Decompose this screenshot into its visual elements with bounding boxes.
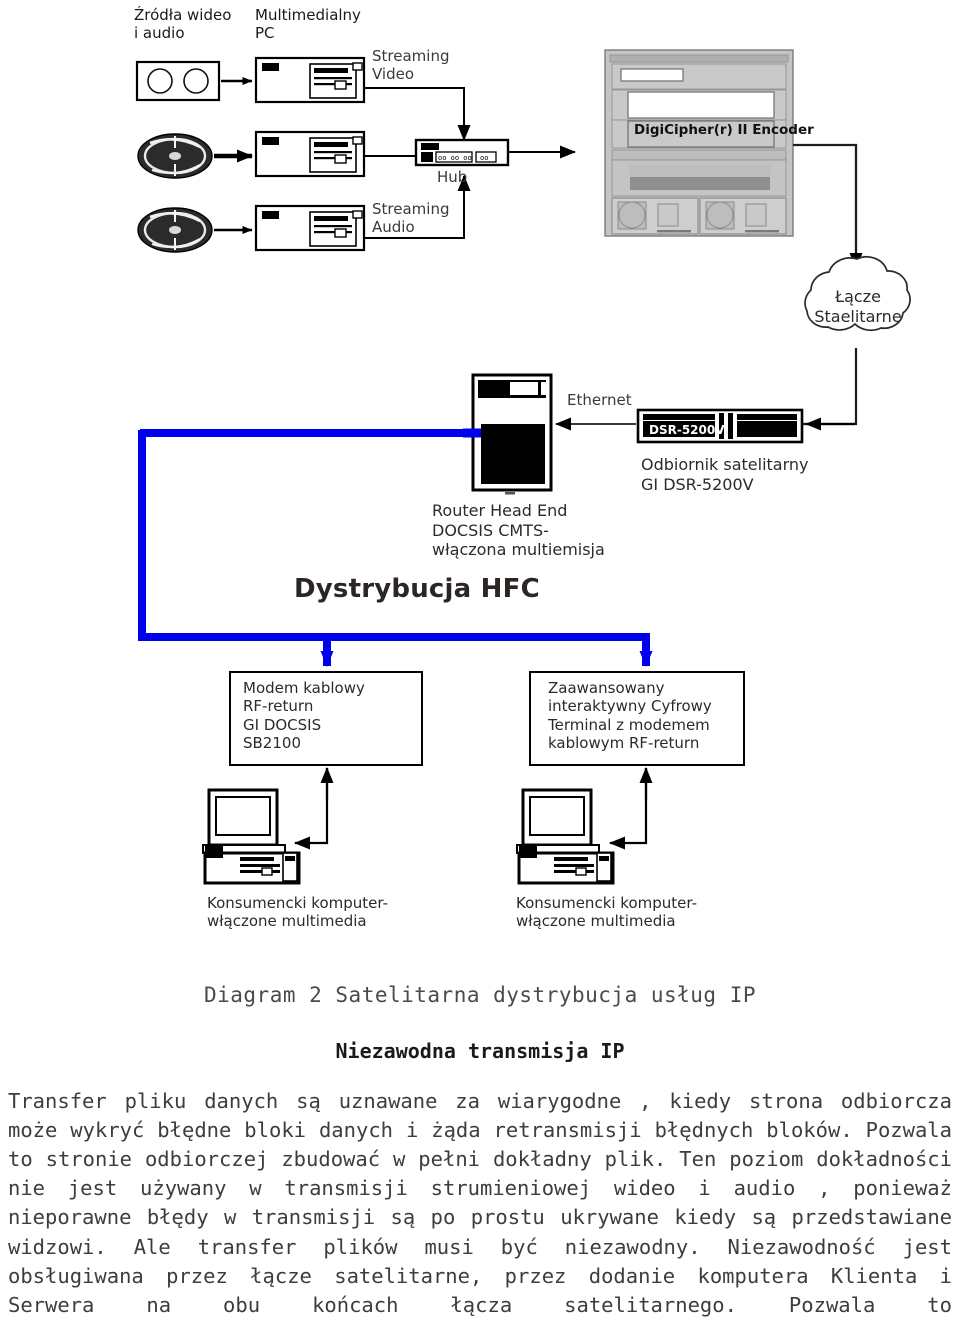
multimedia-pc-3	[254, 204, 366, 252]
satellite-receiver-device: DSR-5200V	[636, 408, 804, 444]
body-paragraph: Transfer pliku danych są uznawane za wia…	[6, 1087, 954, 1320]
network-diagram: oo oo oo oo DSR-5200V Źródła wideo i aud…	[0, 0, 960, 965]
label-multimedia-pc: Multimedialny PC	[255, 6, 361, 43]
label-encoder: DigiCipher(r) II Encoder	[634, 122, 814, 138]
consumer-computer-left	[202, 788, 301, 885]
router-head-end-device	[471, 373, 553, 495]
link-cable-modem-to-pc	[294, 800, 329, 850]
document-text: Diagram 2 Satelitarna dystrybucja usług …	[0, 965, 960, 1320]
label-streaming-audio: Streaming Audio	[372, 200, 450, 237]
multimedia-pc-2	[254, 130, 366, 178]
label-consumer-pc-left: Konsumencki komputer- włączone multimedi…	[207, 894, 389, 931]
section-subheading: Niezawodna transmisja IP	[335, 1039, 625, 1063]
link-pc1-to-hub	[364, 87, 471, 141]
multimedia-pc-1	[254, 56, 366, 104]
body-paragraph-text: Transfer pliku danych są uznawane za wia…	[8, 1089, 952, 1317]
link-terminal-to-pc	[609, 800, 648, 850]
svg-text:oo: oo	[480, 154, 488, 162]
label-satellite-receiver: Odbiornik satelitarny GI DSR-5200V	[641, 455, 809, 494]
label-cable-modem: Modem kablowy RF-return GI DOCSIS SB2100	[243, 679, 365, 752]
film-reel-icon-2	[137, 207, 213, 253]
diagram-canvas: oo oo oo oo DSR-5200V	[135, 49, 911, 885]
diagram-caption: Diagram 2 Satelitarna dystrybucja usług …	[203, 983, 756, 1007]
link-encoder-to-satellite	[793, 143, 863, 269]
digicipher-encoder	[604, 49, 794, 237]
hub-device: oo oo oo oo	[414, 138, 510, 167]
label-ethernet: Ethernet	[567, 391, 632, 409]
label-router-head-end: Router Head End DOCSIS CMTS- włączona mu…	[432, 501, 605, 560]
label-video-audio-sources: Źródła wideo i audio	[134, 6, 232, 43]
source-tape-icon	[135, 60, 221, 102]
consumer-computer-right	[516, 788, 615, 885]
label-advanced-terminal: Zaawansowany interaktywny Cyfrowy Termin…	[548, 679, 712, 752]
label-satellite-cloud: Łącze Staelitarne	[814, 287, 902, 326]
film-reel-icon-1	[137, 133, 213, 179]
label-hub: Hub	[437, 168, 468, 186]
dsr-device-label-text: DSR-5200V	[649, 423, 725, 437]
svg-text:oo oo oo: oo oo oo	[438, 154, 472, 162]
label-consumer-pc-right: Konsumencki komputer- włączone multimedi…	[516, 894, 698, 931]
label-hfc-distribution: Dystrybucja HFC	[294, 574, 540, 604]
label-streaming-video: Streaming Video	[372, 47, 450, 84]
